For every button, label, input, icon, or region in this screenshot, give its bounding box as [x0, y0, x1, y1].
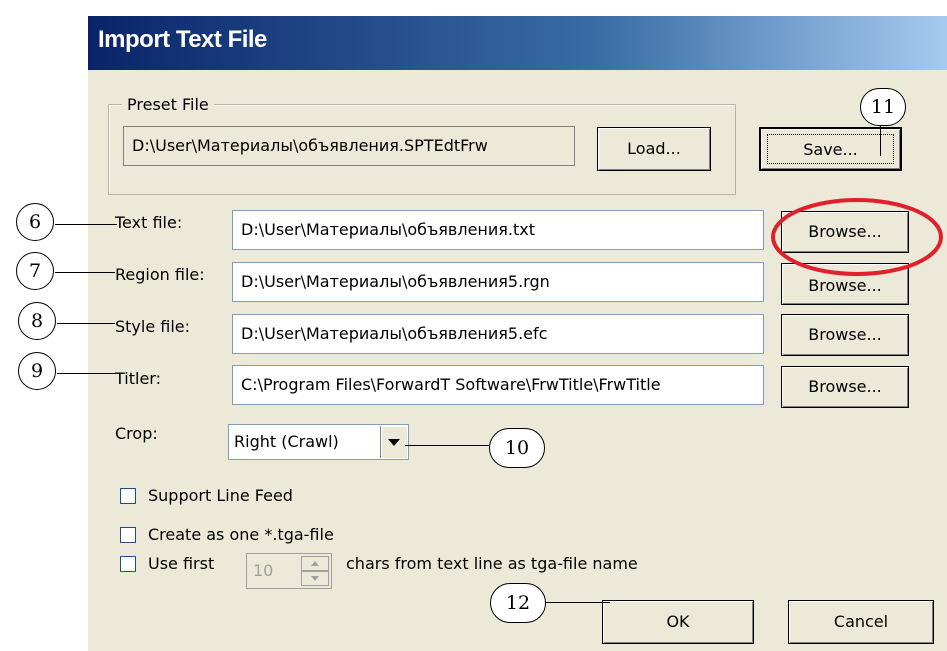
callout-9-leader — [57, 373, 115, 374]
callout-10: 10 — [489, 428, 545, 468]
callout-9: 9 — [18, 352, 56, 390]
callout-12-leader — [545, 602, 610, 603]
callout-6: 6 — [16, 203, 54, 241]
callout-10-leader — [405, 445, 489, 446]
callout-8-leader — [57, 323, 115, 324]
callout-7-leader — [55, 272, 115, 273]
callout-6-leader — [55, 224, 117, 225]
callout-12: 12 — [490, 583, 546, 623]
callout-8: 8 — [18, 302, 56, 340]
callout-11: 11 — [860, 88, 906, 126]
highlight-ellipse — [771, 198, 943, 276]
callout-7: 7 — [16, 252, 54, 290]
